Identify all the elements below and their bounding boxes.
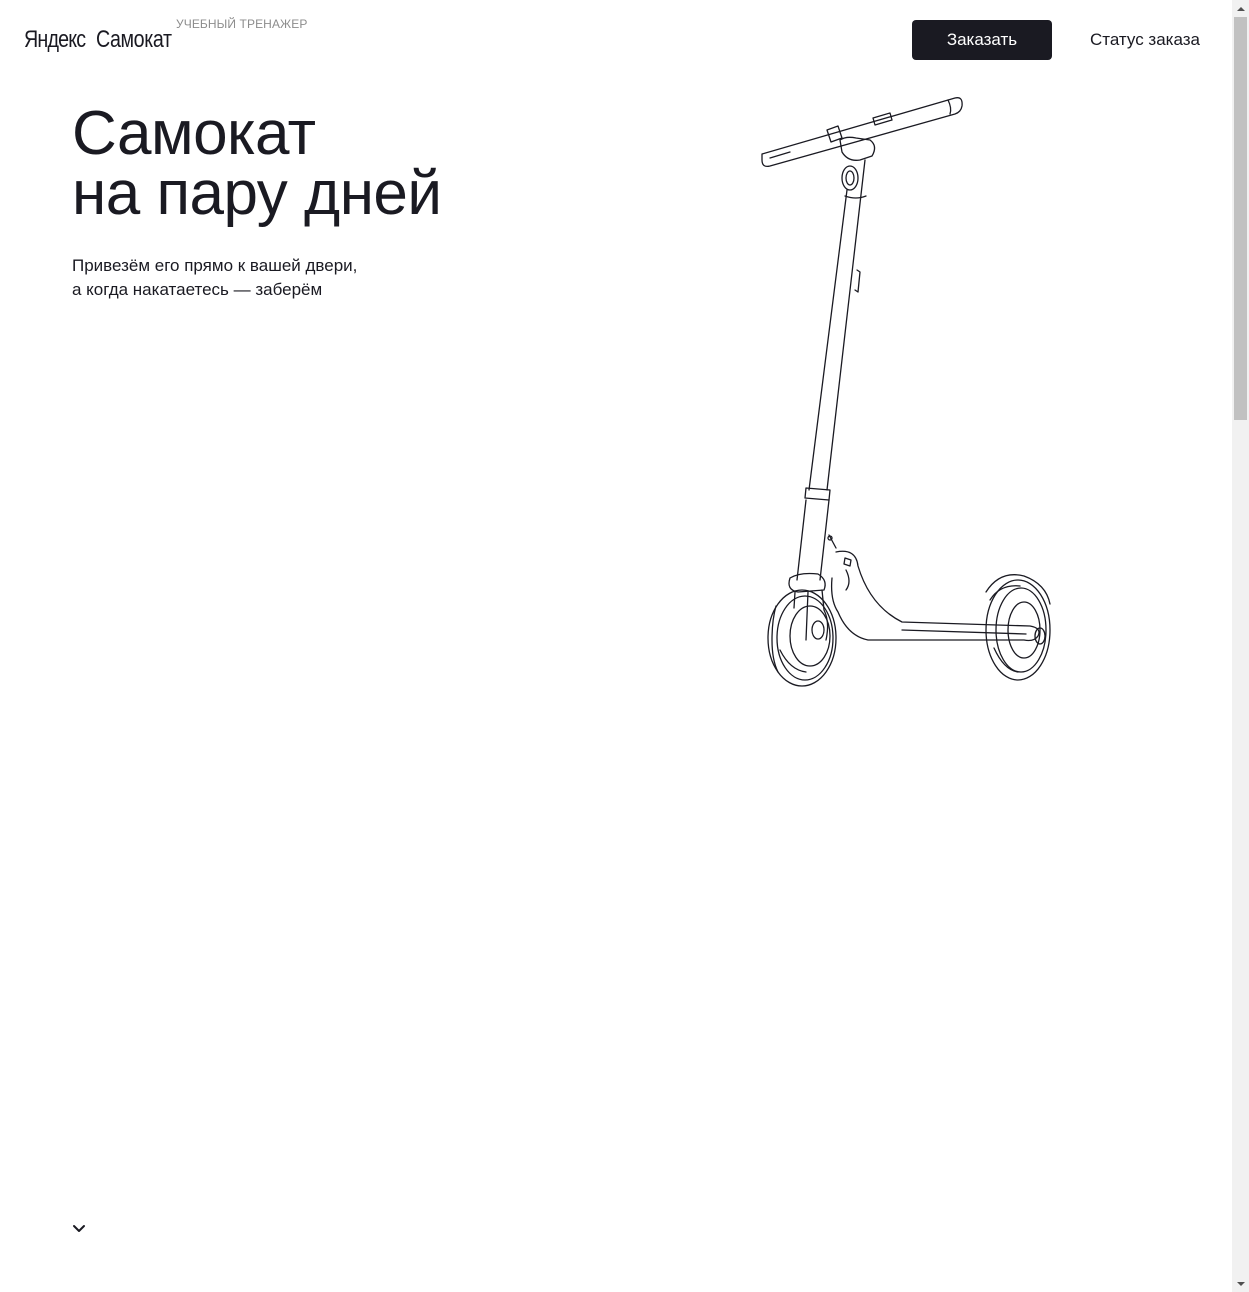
subtitle-line-2: а когда накатаетесь — заберём [72, 280, 323, 299]
title-line-1: Самокат [72, 99, 316, 168]
hero-subtitle: Привезём его прямо к вашей двери, а когд… [72, 254, 357, 302]
order-button[interactable]: Заказать [912, 20, 1052, 60]
scooter-illustration [761, 97, 1051, 687]
landing-page: Яндекс Самокат УЧЕБНЫЙ ТРЕНАЖЕР Заказать… [0, 0, 1232, 1292]
title-line-2: на пару дней [72, 159, 442, 228]
logo[interactable]: Яндекс Самокат [24, 26, 176, 54]
scrollbar-thumb[interactable] [1234, 17, 1247, 420]
scroll-up-arrow-icon[interactable] [1232, 0, 1249, 17]
chevron-down-icon[interactable] [70, 1220, 88, 1238]
logo-subtitle: УЧЕБНЫЙ ТРЕНАЖЕР [176, 17, 308, 31]
scroll-down-arrow-icon[interactable] [1232, 1275, 1249, 1292]
subtitle-line-1: Привезём его прямо к вашей двери, [72, 256, 358, 275]
logo-brand: Яндекс [24, 26, 86, 53]
scrollbar[interactable] [1232, 0, 1249, 1292]
order-status-button[interactable]: Статус заказа [1075, 20, 1215, 60]
logo-product: Самокат [96, 26, 172, 53]
page-title: Самокат на пару дней [72, 99, 442, 228]
